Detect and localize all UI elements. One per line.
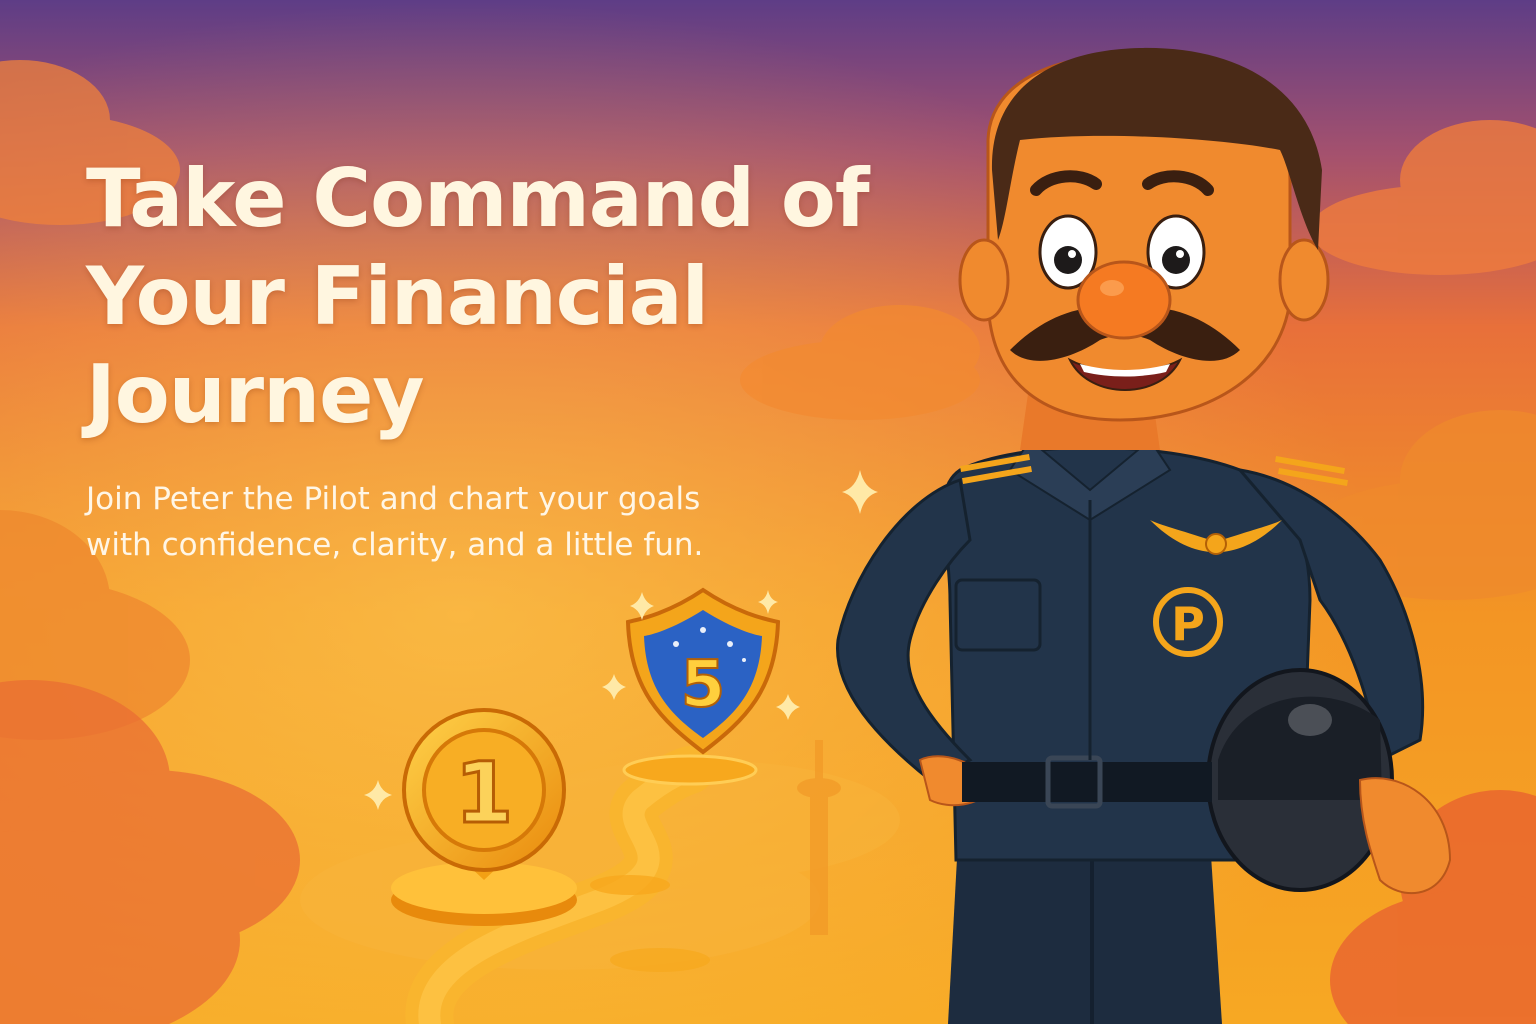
headline-line: Journey: [86, 348, 425, 441]
coin-number: 1: [455, 744, 513, 842]
coin-marker-icon: 1: [391, 708, 577, 926]
headline-line: Your Financial: [86, 250, 709, 343]
headline-line: Take Command of: [86, 152, 870, 245]
chest-emblem-letter: P: [1171, 597, 1205, 651]
hero-subtitle: Join Peter the Pilot and chart your goal…: [86, 476, 826, 568]
hero-headline: Take Command of Your Financial Journey: [86, 150, 946, 444]
subtitle-line: Join Peter the Pilot and chart your goal…: [86, 481, 701, 517]
subtitle-line: with confidence, clarity, and a little f…: [86, 527, 704, 563]
shield-number: 5: [681, 648, 726, 722]
